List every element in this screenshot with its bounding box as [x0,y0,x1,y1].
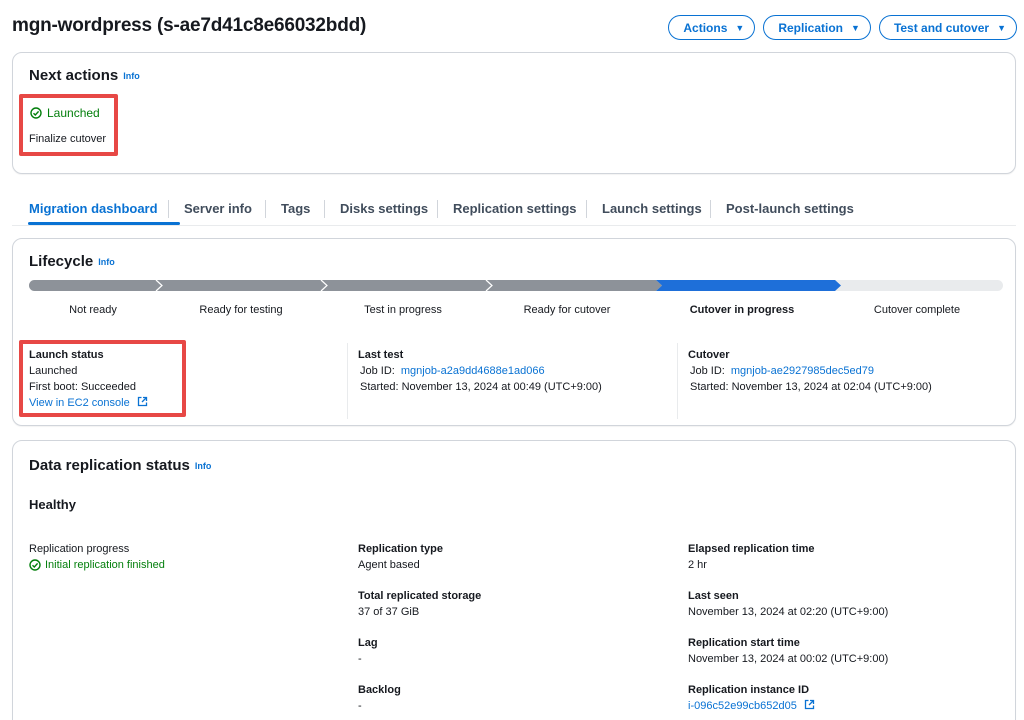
replication-progress-field: Replication progress Initial replication… [29,541,165,573]
elapsed-time-value: 2 hr [688,559,707,571]
job-id-label: Job ID: [690,365,725,377]
page-title: mgn-wordpress (s-ae7d41c8e66032bdd) [12,15,367,36]
last-seen-label: Last seen [688,590,739,602]
tab-server-info[interactable]: Server info [184,201,252,216]
stage-ready-for-testing: Ready for testing [199,304,283,316]
replication-instance-field: Replication instance ID i-096c52e99cb652… [688,682,815,714]
external-link-icon [804,699,815,710]
progress-completed [29,280,662,291]
stage-cutover-complete: Cutover complete [873,304,961,316]
next-actions-title-text: Next actions [29,67,119,84]
tab-launch-settings[interactable]: Launch settings [602,201,702,216]
column-divider [677,343,678,419]
lag-value: - [358,653,362,665]
cutover-section: Cutover Job ID: mgnjob-ae2927985dec5ed79 … [688,347,932,395]
tab-divider [265,200,266,218]
tab-bar: Migration dashboard Server info Tags Dis… [12,192,1016,226]
total-storage-field: Total replicated storage 37 of 37 GiB [358,588,481,620]
backlog-value: - [358,700,362,712]
cutover-label: Cutover [688,349,730,361]
lag-label: Lag [358,637,378,649]
actions-button[interactable]: Actions ▼ [668,15,756,40]
replication-button[interactable]: Replication ▼ [763,15,871,40]
replication-instance-link[interactable]: i-096c52e99cb652d05 [688,698,815,714]
highlight-box [19,340,186,417]
info-link[interactable]: Info [98,257,115,267]
cutover-job: Job ID: mgnjob-ae2927985dec5ed79 [688,363,932,379]
active-tab-indicator [28,222,180,225]
lifecycle-title-text: Lifecycle [29,253,94,270]
replication-progress-value: Initial replication finished [45,559,165,571]
test-and-cutover-button-label: Test and cutover [893,20,990,35]
total-storage-label: Total replicated storage [358,590,482,602]
total-storage-value: 37 of 37 GiB [358,606,420,618]
next-actions-title: Next actions Info [29,67,140,84]
caret-down-icon: ▼ [851,22,860,33]
replication-instance-id: i-096c52e99cb652d05 [688,700,797,712]
replication-progress-status: Initial replication finished [29,557,165,573]
last-test-section: Last test Job ID: mgnjob-a2a9dd4688e1ad06… [358,347,602,395]
replication-type-field: Replication type Agent based [358,541,443,573]
info-link[interactable]: Info [195,461,212,471]
data-replication-card: Data replication status Info Healthy Repl… [12,440,1016,720]
backlog-field: Backlog - [358,682,401,714]
replication-start-field: Replication start time November 13, 2024… [688,635,888,667]
highlight-box [19,94,118,156]
check-circle-icon [29,559,41,571]
tab-disks-settings[interactable]: Disks settings [340,201,428,216]
tab-divider [437,200,438,218]
stage-cutover-in-progress: Cutover in progress [689,304,795,316]
job-id-label: Job ID: [360,365,395,377]
replication-button-label: Replication [778,20,844,35]
tab-divider [168,200,169,218]
last-seen-field: Last seen November 13, 2024 at 02:20 (UT… [688,588,888,620]
info-link[interactable]: Info [123,71,140,81]
header-actions: Actions ▼ Replication ▼ Test and cutover… [668,15,1017,40]
last-test-label: Last test [358,349,404,361]
stage-ready-for-cutover: Ready for cutover [523,304,611,316]
tab-replication-settings[interactable]: Replication settings [453,201,577,216]
replication-progress-label: Replication progress [29,543,130,555]
tab-tags[interactable]: Tags [281,201,310,216]
cutover-job-link[interactable]: mgnjob-ae2927985dec5ed79 [731,365,874,377]
stage-test-in-progress: Test in progress [364,304,442,316]
replication-health: Healthy [29,497,76,512]
actions-button-label: Actions [683,20,728,35]
replication-start-value: November 13, 2024 at 00:02 (UTC+9:00) [688,653,889,665]
tab-divider [324,200,325,218]
elapsed-time-field: Elapsed replication time 2 hr [688,541,815,573]
last-test-job: Job ID: mgnjob-a2a9dd4688e1ad066 [358,363,602,379]
data-replication-title: Data replication status Info [29,457,211,474]
tab-divider [586,200,587,218]
lifecycle-title: Lifecycle Info [29,253,115,270]
replication-start-label: Replication start time [688,637,800,649]
cutover-started: Started: November 13, 2024 at 02:04 (UTC… [690,381,932,393]
elapsed-time-label: Elapsed replication time [688,543,815,555]
last-test-started: Started: November 13, 2024 at 00:49 (UTC… [360,381,602,393]
tab-migration-dashboard[interactable]: Migration dashboard [29,201,158,216]
caret-down-icon: ▼ [997,22,1006,33]
column-divider [347,343,348,419]
test-and-cutover-button[interactable]: Test and cutover ▼ [878,15,1017,40]
caret-down-icon: ▼ [735,22,745,33]
tab-post-launch-settings[interactable]: Post-launch settings [726,201,854,216]
progress-current [656,280,841,291]
lifecycle-progress-bar [29,279,1003,292]
tab-divider [710,200,711,218]
last-test-job-link[interactable]: mgnjob-a2a9dd4688e1ad066 [401,365,545,377]
data-replication-title-text: Data replication status [29,457,190,474]
backlog-label: Backlog [358,684,401,696]
stage-not-ready: Not ready [69,304,117,316]
lag-field: Lag - [358,635,378,667]
replication-instance-label: Replication instance ID [688,684,810,696]
replication-type-label: Replication type [358,543,443,555]
replication-type-value: Agent based [358,559,420,571]
next-actions-card: Next actions Info Launched Finalize cutov… [12,52,1016,174]
last-seen-value: November 13, 2024 at 02:20 (UTC+9:00) [688,606,889,618]
